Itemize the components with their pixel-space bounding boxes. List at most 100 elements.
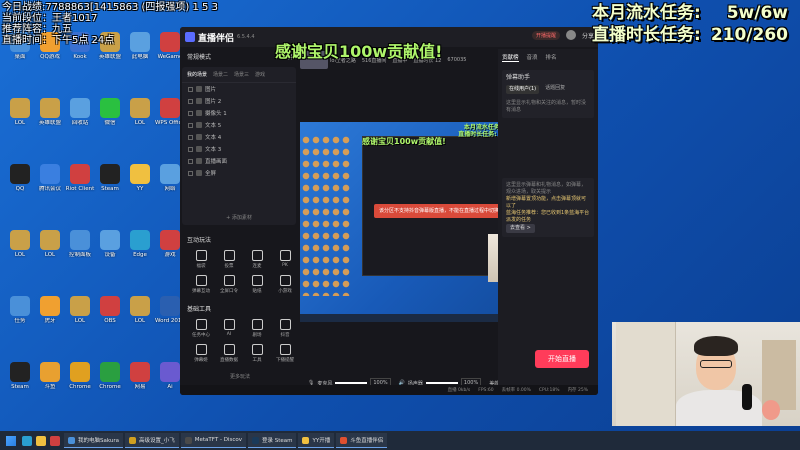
source-item[interactable]: 直播画面: [182, 155, 296, 167]
taskbar-app[interactable]: 我的电脑Sakura: [64, 433, 123, 448]
desktop-app-icon: [10, 98, 30, 118]
tool-item[interactable]: 剧场: [244, 319, 270, 338]
tab-rank[interactable]: 排名: [546, 53, 557, 62]
tool-item[interactable]: 直播数据: [216, 344, 242, 363]
tool-icon: [195, 344, 207, 355]
source-checkbox[interactable]: [188, 146, 193, 152]
source-checkbox[interactable]: [188, 134, 193, 140]
tool-item[interactable]: 贴纸: [244, 275, 270, 294]
tool-item[interactable]: 小游戏: [272, 275, 298, 294]
edge-icon[interactable]: [22, 435, 32, 446]
tool-item[interactable]: 抖音: [272, 319, 298, 338]
reminder-button[interactable]: 开播提醒: [531, 30, 560, 40]
tool-icon: [195, 250, 207, 261]
taskbar-app-label: MetaTFT - Discov: [194, 437, 242, 443]
taskbar-app-label: 高级设置_小飞: [139, 438, 175, 444]
tool-icon: [279, 344, 291, 355]
tool-item[interactable]: 连麦: [244, 250, 270, 269]
source-item[interactable]: 文本 4: [182, 131, 296, 143]
tool-item[interactable]: 工具: [244, 344, 270, 363]
source-type-icon: [196, 122, 202, 128]
taskbar-app[interactable]: 斗鱼直播伴侣: [336, 433, 388, 448]
source-checkbox[interactable]: [188, 170, 193, 176]
tool-item[interactable]: 全屏口令: [216, 275, 242, 294]
interactive-section-title: 互动玩法: [187, 237, 212, 244]
tool-icon: [195, 275, 207, 286]
source-item[interactable]: 文本 5: [182, 119, 296, 131]
source-checkbox[interactable]: [188, 122, 193, 128]
taskbar-app-label: YY开播: [312, 438, 331, 444]
source-item[interactable]: 摄像头 1: [182, 107, 296, 119]
tab-scene-2[interactable]: 场景二: [213, 71, 228, 78]
tool-icon: [251, 250, 263, 261]
tool-item[interactable]: 投票: [216, 250, 242, 269]
tool-item[interactable]: 下播提醒: [272, 344, 298, 363]
more-tools-link[interactable]: 更多玩法: [182, 373, 298, 380]
tab-scene-3[interactable]: 场景三: [234, 71, 249, 78]
taskbar-app-icon: [184, 436, 192, 444]
microphone: [742, 384, 752, 410]
status-dropped: 丢帧率 0.00%: [501, 388, 531, 393]
source-checkbox[interactable]: [188, 98, 193, 104]
source-item[interactable]: 文本 3: [182, 143, 296, 155]
taskbar-app[interactable]: 登录 Steam: [247, 433, 297, 448]
plush-toy: [762, 400, 780, 420]
tool-item[interactable]: PK: [272, 250, 298, 269]
task-value: 5w/6w: [726, 3, 788, 23]
tab-topic-reply[interactable]: 话题回复: [545, 85, 565, 94]
tool-item[interactable]: 任务中心: [188, 319, 214, 338]
windows-taskbar: 我的电脑Sakura 高级设置_小飞 MetaTFT - Discov 登录 Stea…: [0, 431, 800, 450]
tool-label: 直播数据: [220, 358, 238, 363]
desktop-app-icon: [130, 362, 150, 382]
taskbar-app[interactable]: 高级设置_小飞: [125, 433, 179, 448]
desktop-app-icon: [70, 164, 90, 184]
folder-icon[interactable]: [36, 435, 46, 446]
tab-scene-4[interactable]: 游戏: [255, 71, 265, 78]
app-icon[interactable]: [50, 435, 60, 446]
tab-sound-wave[interactable]: 音浪: [527, 53, 538, 62]
stream-preview[interactable]: 感谢宝贝100w贡献值! 本月流水任务: 5w/6w 直播时长任务: 210/2…: [300, 122, 530, 322]
source-label: 摄像头 1: [205, 111, 227, 117]
right-panel: 贡献榜 音浪 排名 弹幕助手 在线用户(1) 话题回复 这里显示礼物和关注的消息…: [498, 49, 598, 395]
titlebar-actions: 开播提醒 分享: [531, 30, 594, 40]
desktop-app-icon: [70, 98, 90, 118]
source-checkbox[interactable]: [188, 110, 193, 116]
tool-label: 贴纸: [252, 289, 262, 294]
assistant-empty-text: 这里显示礼物和关注的消息，暂时没有消息: [506, 100, 587, 113]
view-more-button[interactable]: 去查看 >: [506, 224, 535, 233]
tool-icon: [279, 319, 291, 330]
start-icon[interactable]: [6, 435, 16, 446]
avatar[interactable]: [565, 30, 576, 40]
tab-online-users[interactable]: 在线用户(1): [506, 85, 540, 94]
webcam-door: [616, 322, 676, 426]
status-memory: 内存 25%: [567, 388, 588, 393]
tool-item[interactable]: AI: [216, 319, 242, 338]
desktop-app-icon: [160, 296, 180, 316]
source-item[interactable]: 图片: [182, 83, 296, 95]
tool-item[interactable]: 福袋: [188, 250, 214, 269]
taskbar-app-label: 我的电脑Sakura: [78, 438, 119, 444]
desktop-app-icon: [130, 296, 150, 316]
tab-contribution[interactable]: 贡献榜: [502, 53, 519, 62]
source-label: 文本 3: [205, 147, 222, 153]
source-label: 文本 5: [205, 123, 222, 129]
source-item[interactable]: 图片 2: [182, 95, 296, 107]
source-checkbox[interactable]: [188, 86, 193, 92]
source-item[interactable]: 全屏: [182, 167, 296, 179]
mode-select[interactable]: 常规模式: [187, 52, 211, 61]
speaker-slider[interactable]: [425, 382, 458, 384]
source-label: 直播画面: [205, 159, 228, 165]
desktop-icons: 桌面 QQ游戏 Kook 英雄联盟 此电脑 WeGame LOL 英雄联盟 回收站 微信 LOL WP…: [0, 30, 185, 425]
start-live-button[interactable]: 开始直播: [535, 350, 589, 368]
desktop-app-icon: [160, 164, 180, 184]
tab-scene-1[interactable]: 我的场景: [187, 71, 207, 78]
source-checkbox[interactable]: [188, 158, 193, 164]
tool-item[interactable]: 弹幕互动: [188, 275, 214, 294]
taskbar-app[interactable]: YY开播: [298, 433, 335, 448]
mic-slider[interactable]: [335, 382, 368, 384]
add-source-button[interactable]: + 添加素材: [182, 214, 296, 221]
desktop-app-icon: [40, 362, 60, 382]
task-value: 210/260: [710, 25, 788, 45]
taskbar-app[interactable]: MetaTFT - Discov: [180, 433, 246, 448]
tool-item[interactable]: 弹幕姬: [188, 344, 214, 363]
